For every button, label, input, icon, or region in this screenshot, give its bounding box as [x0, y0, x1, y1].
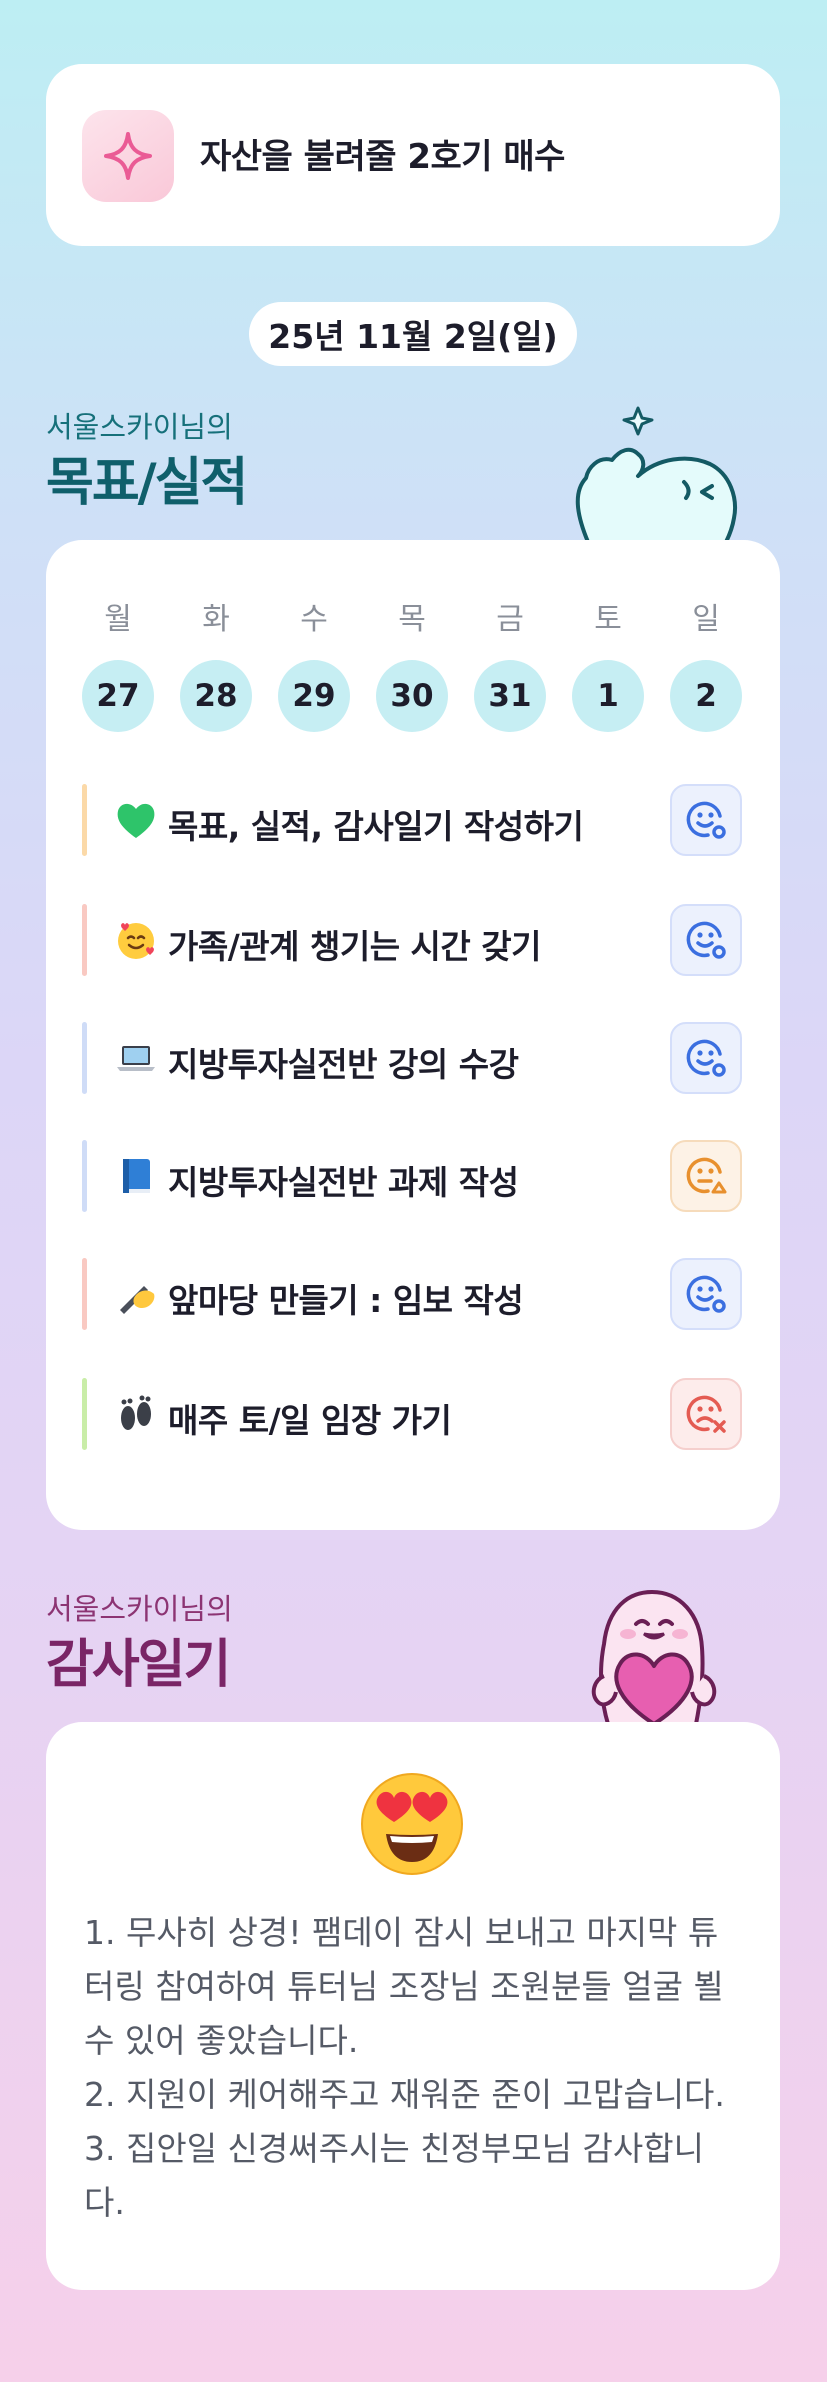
task-row[interactable]: 지방투자실전반 과제 작성 — [82, 1140, 742, 1212]
day-button[interactable]: 28 — [180, 660, 252, 732]
smiling-face-with-hearts-icon — [114, 918, 158, 962]
goal-card[interactable]: 자산을 불려줄 2호기 매수 — [46, 64, 780, 246]
weekday-label: 수 — [300, 602, 328, 637]
task-color-bar — [82, 1140, 87, 1212]
task-label: 목표, 실적, 감사일기 작성하기 — [168, 807, 584, 846]
weekday-label: 금 — [496, 602, 524, 637]
writing-hand-icon — [114, 1272, 158, 1316]
diary-line: 1. 무사히 상경! 팸데이 잠시 보내고 마지막 튜터링 참여하여 튜터님 조… — [84, 1913, 735, 2060]
diary-line: 3. 집안일 신경써주시는 친정부모님 감사합니다. — [84, 2129, 704, 2222]
task-label: 지방투자실전반 강의 수강 — [168, 1045, 519, 1084]
status-smile-button[interactable] — [670, 1022, 742, 1094]
weekday-label: 일 — [692, 602, 720, 637]
goals-section-title: 목표/실적 — [46, 453, 248, 513]
laptop-icon — [114, 1036, 158, 1080]
status-smile-button[interactable] — [670, 904, 742, 976]
footprints-icon — [114, 1392, 158, 1436]
sparkle-icon — [82, 110, 174, 202]
task-row[interactable]: 앞마당 만들기 : 임보 작성 — [82, 1258, 742, 1330]
day-button[interactable]: 1 — [572, 660, 644, 732]
task-color-bar — [82, 1378, 87, 1450]
goal-title: 자산을 불려줄 2호기 매수 — [200, 137, 565, 177]
task-row[interactable]: 지방투자실전반 강의 수강 — [82, 1022, 742, 1094]
day-button[interactable]: 27 — [82, 660, 154, 732]
day-button[interactable]: 29 — [278, 660, 350, 732]
task-row[interactable]: 가족/관계 챙기는 시간 갖기 — [82, 904, 742, 976]
task-label: 가족/관계 챙기는 시간 갖기 — [168, 927, 541, 966]
green-heart-icon — [114, 798, 158, 842]
weekday-label: 월 — [104, 602, 132, 637]
task-color-bar — [82, 1258, 87, 1330]
day-button[interactable]: 30 — [376, 660, 448, 732]
status-fail-button[interactable] — [670, 1378, 742, 1450]
diary-section-title: 감사일기 — [46, 1635, 231, 1695]
weekday-label: 목 — [398, 602, 426, 637]
task-row[interactable]: 매주 토/일 임장 가기 — [82, 1378, 742, 1450]
weekday-label: 토 — [594, 602, 622, 637]
task-label: 매주 토/일 임장 가기 — [168, 1401, 452, 1440]
status-smile-button[interactable] — [670, 784, 742, 856]
status-partial-button[interactable] — [670, 1140, 742, 1212]
date-pill[interactable]: 25년 11월 2일(일) — [249, 302, 577, 366]
diary-text: 1. 무사히 상경! 팸데이 잠시 보내고 마지막 튜터링 참여하여 튜터님 조… — [84, 1906, 744, 2230]
status-smile-button[interactable] — [670, 1258, 742, 1330]
task-label: 지방투자실전반 과제 작성 — [168, 1163, 519, 1202]
diary-line: 2. 지원이 케어해주고 재워준 준이 고맙습니다. — [84, 2075, 725, 2114]
blue-book-icon — [114, 1154, 158, 1198]
task-color-bar — [82, 904, 87, 976]
heart-eyes-emoji-icon — [361, 1773, 463, 1875]
mascot-heart-illustration — [591, 1590, 717, 1724]
weekday-label: 화 — [202, 602, 230, 637]
task-label: 앞마당 만들기 : 임보 작성 — [168, 1281, 524, 1320]
task-color-bar — [82, 784, 87, 856]
mascot-pointing-illustration — [575, 406, 737, 542]
task-color-bar — [82, 1022, 87, 1094]
day-button[interactable]: 31 — [474, 660, 546, 732]
task-row[interactable]: 목표, 실적, 감사일기 작성하기 — [82, 784, 742, 856]
day-button[interactable]: 2 — [670, 660, 742, 732]
